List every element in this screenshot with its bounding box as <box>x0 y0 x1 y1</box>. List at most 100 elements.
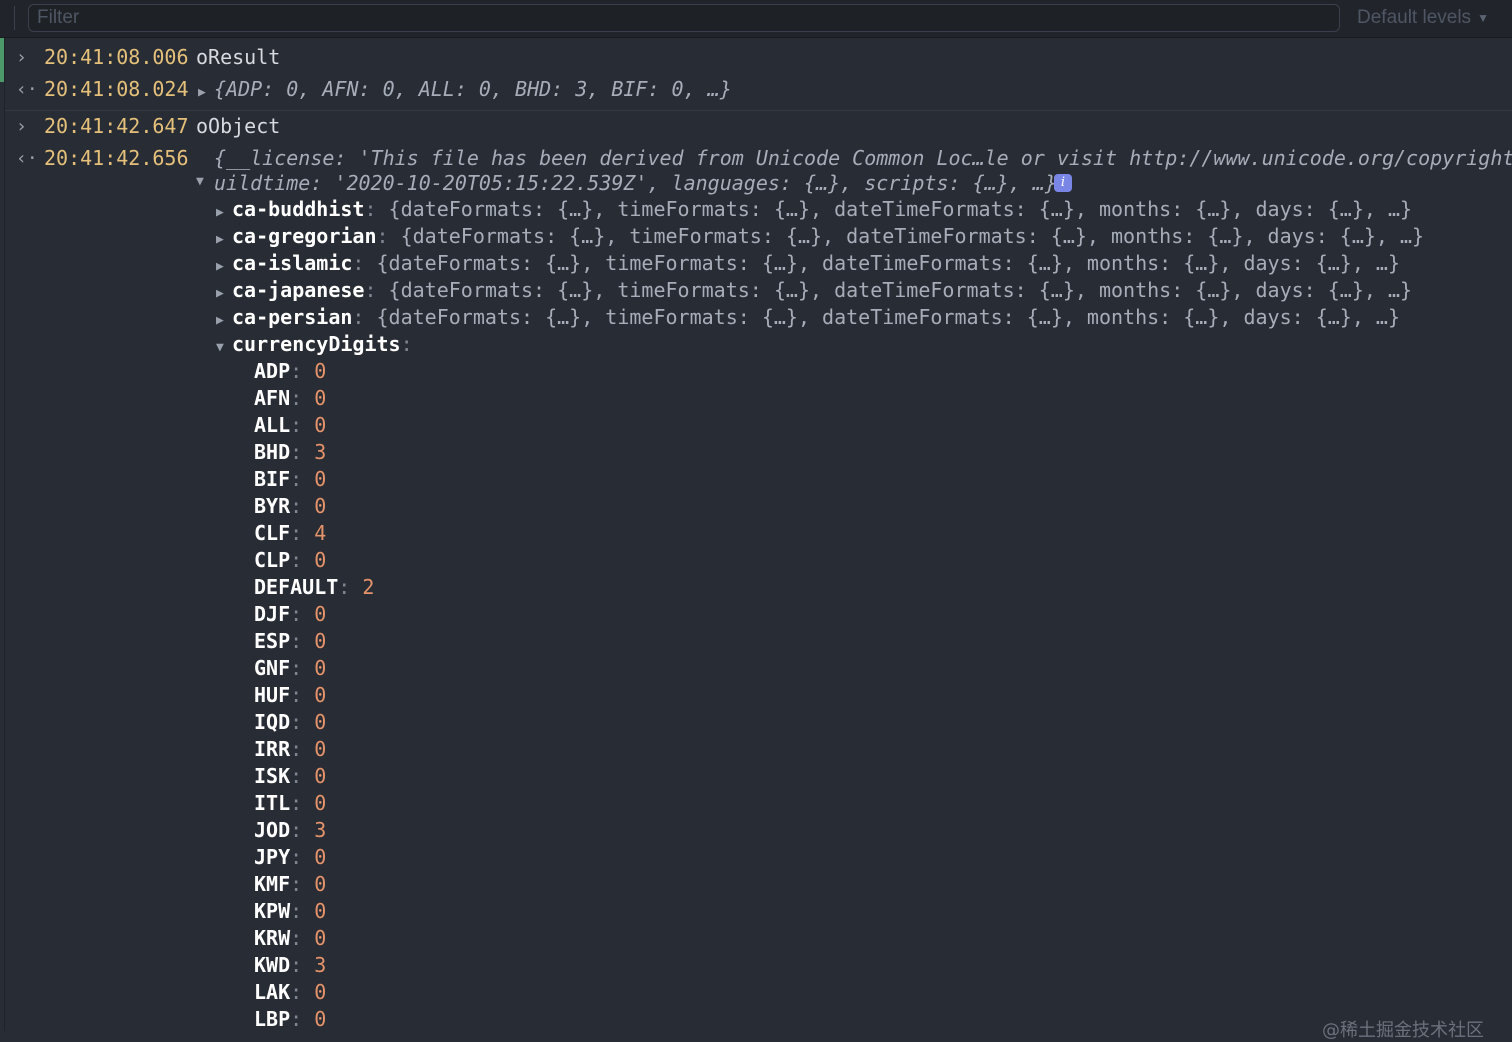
currency-digit-value: 0 <box>314 872 327 896</box>
expand-triangle-icon[interactable]: ▶ <box>216 280 232 307</box>
currency-digit-value: 0 <box>314 845 327 869</box>
currency-digit-value: 0 <box>314 656 327 680</box>
currency-digit-row[interactable]: KPW: 0 <box>254 898 326 925</box>
currency-digit-value: 0 <box>314 737 327 761</box>
currency-digit-row[interactable]: CLF: 4 <box>254 520 326 547</box>
currency-digit-row[interactable]: BYR: 0 <box>254 493 326 520</box>
currency-code: LAK <box>254 980 291 1004</box>
calendar-property[interactable]: ▶ ca-islamic: {dateFormats: {…}, timeForm… <box>216 250 1400 277</box>
currency-digit-row[interactable]: BIF: 0 <box>254 466 326 493</box>
currency-digit-value: 0 <box>314 602 327 626</box>
currency-digit-row[interactable]: DEFAULT: 2 <box>254 574 374 601</box>
expand-triangle-icon[interactable]: ▶ <box>216 199 232 226</box>
calendar-property[interactable]: ▶ ca-japanese: {dateFormats: {…}, timeFor… <box>216 277 1412 304</box>
currency-code: ALL <box>254 413 291 437</box>
currency-code: KPW <box>254 899 291 923</box>
input-arrow-icon: › <box>16 116 27 137</box>
currency-digit-row[interactable]: LAK: 0 <box>254 979 326 1006</box>
calendar-property[interactable]: ▶ ca-gregorian: {dateFormats: {…}, timeFo… <box>216 223 1424 250</box>
object-preview: {ADP: 0, AFN: 0, ALL: 0, BHD: 3, BIF: 0,… <box>214 77 732 101</box>
currency-digit-value: 0 <box>314 548 327 572</box>
currency-digit-row[interactable]: ALL: 0 <box>254 412 326 439</box>
currency-digit-value: 0 <box>314 467 327 491</box>
info-icon[interactable]: i <box>1054 174 1072 192</box>
property-preview: {dateFormats: {…}, timeFormats: {…}, dat… <box>388 278 1413 302</box>
currency-digit-row[interactable]: GNF: 0 <box>254 655 326 682</box>
log-text: oResult <box>196 45 281 69</box>
collapse-triangle-icon[interactable]: ▼ <box>196 168 212 195</box>
currency-code: IRR <box>254 737 291 761</box>
currency-code: DEFAULT <box>254 575 339 599</box>
log-text: oObject <box>196 114 281 138</box>
currency-digit-row[interactable]: JOD: 3 <box>254 817 326 844</box>
property-preview: {dateFormats: {…}, timeFormats: {…}, dat… <box>388 197 1413 221</box>
currency-digit-row[interactable]: HUF: 0 <box>254 682 326 709</box>
expand-triangle-icon[interactable]: ▶ <box>198 79 214 106</box>
filter-input[interactable] <box>28 4 1340 32</box>
currency-digit-row[interactable]: ITL: 0 <box>254 790 326 817</box>
input-arrow-icon: › <box>16 47 27 68</box>
result-arrow-icon: ‹· <box>16 148 38 169</box>
currency-code: BHD <box>254 440 291 464</box>
currency-digit-value: 3 <box>314 440 327 464</box>
currency-digit-value: 0 <box>314 1007 327 1031</box>
watermark: @稀土掘金技术社区 <box>1322 1020 1484 1041</box>
currency-digit-row[interactable]: ISK: 0 <box>254 763 326 790</box>
currency-digit-row[interactable]: BHD: 3 <box>254 439 326 466</box>
object-toggle[interactable]: ▶ {ADP: 0, AFN: 0, ALL: 0, BHD: 3, BIF: 0… <box>198 76 732 106</box>
currency-digit-value: 3 <box>314 818 327 842</box>
console-output[interactable]: › 20:41:08.006 oResult ‹· 20:41:08.024 ▶… <box>0 38 1512 1041</box>
currency-code: IQD <box>254 710 291 734</box>
property-preview: {dateFormats: {…}, timeFormats: {…}, dat… <box>376 251 1401 275</box>
currency-digit-row[interactable]: CLP: 0 <box>254 547 326 574</box>
currency-digit-value: 0 <box>314 710 327 734</box>
currency-digit-value: 0 <box>314 926 327 950</box>
expand-triangle-icon[interactable]: ▶ <box>216 253 232 280</box>
currency-digit-value: 4 <box>314 521 327 545</box>
chevron-down-icon: ▼ <box>1477 11 1489 25</box>
currency-code: HUF <box>254 683 291 707</box>
currency-digit-value: 0 <box>314 386 327 410</box>
collapse-triangle-icon[interactable]: ▼ <box>216 334 232 361</box>
currency-digit-row[interactable]: LBP: 0 <box>254 1006 326 1033</box>
currency-digit-row[interactable]: ESP: 0 <box>254 628 326 655</box>
expand-triangle-icon[interactable]: ▶ <box>216 307 232 334</box>
calendar-property[interactable]: ▶ ca-buddhist: {dateFormats: {…}, timeFor… <box>216 196 1412 223</box>
currency-digit-value: 0 <box>314 359 327 383</box>
calendar-property[interactable]: ▶ ca-persian: {dateFormats: {…}, timeForm… <box>216 304 1400 331</box>
currency-digit-value: 2 <box>362 575 375 599</box>
currency-digit-row[interactable]: ADP: 0 <box>254 358 326 385</box>
property-key: ca-persian <box>232 305 353 329</box>
property-preview: {dateFormats: {…}, timeFormats: {…}, dat… <box>376 305 1401 329</box>
currency-digit-row[interactable]: JPY: 0 <box>254 844 326 871</box>
currency-digits-property[interactable]: ▼ currencyDigits: <box>216 331 413 358</box>
expand-triangle-icon[interactable]: ▶ <box>216 226 232 253</box>
currency-code: JOD <box>254 818 291 842</box>
currency-code: BYR <box>254 494 291 518</box>
currency-code: JPY <box>254 845 291 869</box>
property-key: currencyDigits <box>232 332 401 356</box>
currency-digit-row[interactable]: KMF: 0 <box>254 871 326 898</box>
currency-digit-value: 0 <box>314 791 327 815</box>
currency-digit-value: 3 <box>314 953 327 977</box>
currency-digit-value: 0 <box>314 413 327 437</box>
property-key: ca-buddhist <box>232 197 365 221</box>
timestamp: 20:41:42.656 <box>44 146 189 170</box>
currency-code: BIF <box>254 467 291 491</box>
currency-code: KWD <box>254 953 291 977</box>
currency-code: DJF <box>254 602 291 626</box>
timestamp: 20:41:08.006 <box>44 45 189 69</box>
currency-code: CLF <box>254 521 291 545</box>
currency-digit-row[interactable]: IRR: 0 <box>254 736 326 763</box>
currency-digit-row[interactable]: DJF: 0 <box>254 601 326 628</box>
currency-digit-row[interactable]: KWD: 3 <box>254 952 326 979</box>
currency-digit-row[interactable]: KRW: 0 <box>254 925 326 952</box>
currency-digit-row[interactable]: IQD: 0 <box>254 709 326 736</box>
currency-digit-row[interactable]: AFN: 0 <box>254 385 326 412</box>
log-levels-label: Default levels <box>1357 7 1472 28</box>
currency-digit-value: 0 <box>314 764 327 788</box>
log-levels-dropdown[interactable]: Default levels ▼ <box>1357 4 1489 32</box>
object-preview-line2: uildtime: '2020-10-20T05:15:22.539Z', la… <box>214 171 1057 195</box>
toolbar-divider <box>14 6 15 30</box>
result-arrow-icon: ‹· <box>16 79 38 100</box>
